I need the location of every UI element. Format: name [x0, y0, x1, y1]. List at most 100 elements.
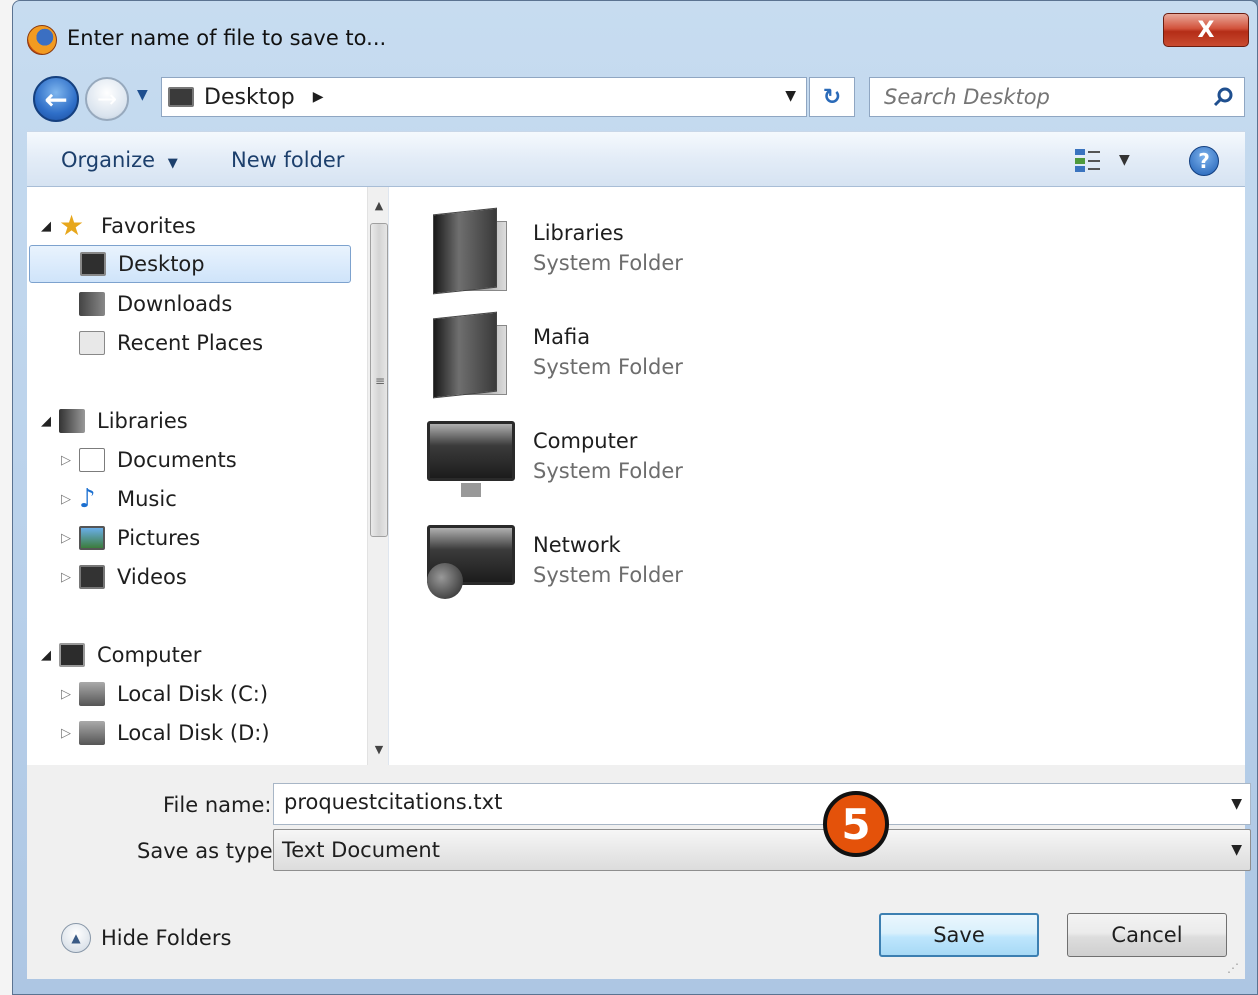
forward-arrow-icon: → — [96, 85, 118, 113]
sidebar-item-label: Local Disk (D:) — [117, 721, 270, 745]
firefox-icon — [27, 25, 57, 55]
recent-locations-dropdown[interactable]: ▼ — [137, 87, 148, 103]
sidebar-item-recent-places[interactable]: Recent Places — [79, 324, 263, 362]
music-icon: ♪ — [79, 484, 96, 514]
forward-button[interactable]: → — [85, 77, 129, 121]
organize-label: Organize — [61, 148, 156, 172]
back-button[interactable]: ← — [33, 76, 79, 122]
search-input[interactable] — [884, 85, 1204, 109]
scrollbar-thumb[interactable]: ≡ — [370, 223, 388, 537]
sidebar-item-desktop[interactable]: Desktop — [29, 245, 351, 283]
sidebar-item-label: Downloads — [117, 292, 233, 316]
user-folder-icon — [423, 309, 513, 399]
close-button[interactable]: X — [1163, 13, 1249, 47]
list-item-libraries[interactable]: Libraries System Folder — [423, 205, 823, 301]
sidebar-item-videos[interactable]: ▷ Videos — [61, 558, 187, 596]
refresh-button[interactable]: ↻ — [809, 77, 855, 117]
nav-group-label: Libraries — [97, 409, 188, 433]
breadcrumb-arrow-icon[interactable]: ▶ — [313, 89, 324, 105]
hide-folders-toggle[interactable]: ▲ Hide Folders — [61, 923, 231, 953]
desktop-icon — [80, 252, 106, 276]
sidebar-item-local-disk-d[interactable]: ▷ Local Disk (D:) — [61, 714, 270, 752]
desktop-icon — [168, 87, 194, 107]
file-list: Libraries System Folder Mafia System Fol… — [389, 187, 1245, 765]
item-name: Mafia — [533, 325, 591, 349]
view-options-dropdown-icon[interactable]: ▼ — [1119, 152, 1130, 168]
navigation-pane: ◢ ★ Favorites Desktop Downloads Recent P… — [27, 187, 389, 765]
documents-icon — [79, 448, 105, 472]
list-item-computer[interactable]: Computer System Folder — [423, 413, 823, 509]
dialog-title: Enter name of file to save to... — [67, 26, 387, 50]
organize-menu[interactable]: Organize ▼ — [61, 148, 178, 172]
address-bar[interactable]: Desktop ▶ ▼ — [161, 77, 807, 117]
sidebar-item-label: Recent Places — [117, 331, 264, 355]
sidebar-item-local-disk-c[interactable]: ▷ Local Disk (C:) — [61, 675, 268, 713]
search-icon[interactable] — [1212, 86, 1234, 108]
scroll-down-arrow-icon[interactable]: ▼ — [368, 739, 388, 759]
title-bar: Enter name of file to save to... X — [13, 1, 1257, 75]
new-folder-button[interactable]: New folder — [231, 148, 344, 172]
chevron-down-icon[interactable]: ▼ — [1231, 842, 1242, 858]
sidebar-item-label: Videos — [117, 565, 187, 589]
sidebar-item-label: Documents — [117, 448, 237, 472]
list-item-network[interactable]: Network System Folder — [423, 517, 823, 613]
item-name: Network — [533, 533, 621, 557]
expanded-triangle-icon[interactable]: ◢ — [41, 648, 59, 663]
hide-folders-label: Hide Folders — [101, 926, 232, 950]
resize-grip-icon[interactable]: ⋰ — [1227, 961, 1239, 975]
help-icon[interactable]: ? — [1189, 146, 1219, 176]
cancel-button[interactable]: Cancel — [1067, 913, 1227, 957]
nav-group-libraries[interactable]: ◢ Libraries — [41, 402, 188, 440]
save-button[interactable]: Save — [879, 913, 1039, 957]
libraries-folder-icon — [423, 205, 513, 295]
disk-icon — [79, 682, 105, 706]
list-item-mafia[interactable]: Mafia System Folder — [423, 309, 823, 405]
sidebar-item-downloads[interactable]: Downloads — [79, 285, 232, 323]
file-name-combobox[interactable]: ▼ — [273, 783, 1251, 825]
downloads-icon — [79, 292, 105, 316]
item-type: System Folder — [533, 251, 683, 275]
nav-group-computer[interactable]: ◢ Computer — [41, 636, 201, 674]
address-location[interactable]: Desktop — [204, 85, 295, 110]
save-as-type-select[interactable]: Text Document ▼ — [273, 829, 1251, 871]
recent-places-icon — [79, 331, 105, 355]
sidebar-item-music[interactable]: ▷ ♪ Music — [61, 480, 177, 518]
search-box[interactable] — [869, 77, 1245, 117]
step-number-badge: 5 — [823, 791, 889, 857]
computer-icon — [59, 643, 85, 667]
collapsed-triangle-icon[interactable]: ▷ — [61, 570, 79, 585]
back-arrow-icon: ← — [44, 82, 68, 116]
expanded-triangle-icon[interactable]: ◢ — [41, 414, 59, 429]
expanded-triangle-icon[interactable]: ◢ — [41, 219, 59, 234]
item-name: Libraries — [533, 221, 624, 245]
save-as-type-value: Text Document — [282, 838, 440, 862]
collapsed-triangle-icon[interactable]: ▷ — [61, 453, 79, 468]
sidebar-item-pictures[interactable]: ▷ Pictures — [61, 519, 200, 557]
collapsed-triangle-icon[interactable]: ▷ — [61, 531, 79, 546]
network-icon — [423, 517, 515, 607]
change-view-icon[interactable] — [1073, 146, 1103, 174]
chevron-up-icon: ▲ — [61, 923, 91, 953]
scroll-up-arrow-icon[interactable]: ▲ — [368, 195, 388, 215]
disk-icon — [79, 721, 105, 745]
collapsed-triangle-icon[interactable]: ▷ — [61, 726, 79, 741]
videos-icon — [79, 565, 105, 589]
item-name: Computer — [533, 429, 638, 453]
grip-icon: ≡ — [375, 374, 386, 388]
address-dropdown-icon[interactable]: ▼ — [785, 88, 796, 104]
libraries-icon — [59, 409, 85, 433]
chevron-down-icon[interactable]: ▼ — [1231, 796, 1242, 812]
collapsed-triangle-icon[interactable]: ▷ — [61, 492, 79, 507]
sidebar-item-documents[interactable]: ▷ Documents — [61, 441, 237, 479]
sidebar-item-label: Desktop — [118, 252, 205, 276]
collapsed-triangle-icon[interactable]: ▷ — [61, 687, 79, 702]
file-name-field[interactable] — [284, 790, 1184, 814]
nav-pane-scrollbar[interactable]: ▲ ≡ ▼ — [367, 187, 388, 765]
nav-group-label: Computer — [97, 643, 202, 667]
nav-group-favorites[interactable]: ◢ ★ Favorites — [41, 207, 196, 245]
save-dialog: Enter name of file to save to... X ← → ▼… — [12, 0, 1258, 995]
sidebar-item-label: Music — [117, 487, 177, 511]
save-as-type-label: Save as type: — [137, 839, 280, 863]
file-name-label: File name: — [163, 793, 272, 817]
pictures-icon — [79, 526, 105, 550]
